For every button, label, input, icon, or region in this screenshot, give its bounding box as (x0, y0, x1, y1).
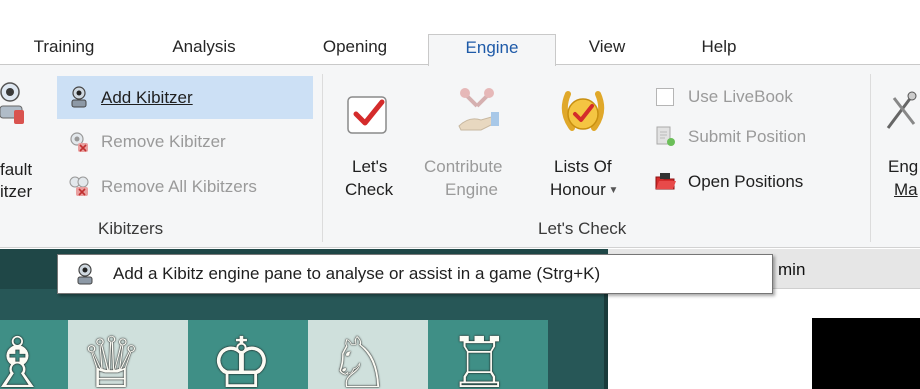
ribbon-separator-2 (870, 74, 871, 242)
contribute-engine-label-1[interactable]: Contribute (424, 157, 502, 177)
default-kibitzer-label-2[interactable]: itzer (0, 182, 32, 202)
white-king-piece[interactable]: ♔ (210, 328, 273, 389)
add-kibitzer-tooltip: Add a Kibitz engine pane to analyse or a… (57, 254, 773, 294)
kibitzers-group-label: Kibitzers (98, 219, 164, 238)
submit-position-button[interactable]: Submit Position (688, 127, 806, 147)
tab-analysis[interactable]: Analysis (152, 34, 256, 65)
lets-check-label-2[interactable]: Check (345, 180, 393, 200)
remove-kibitzer-button[interactable]: Remove Kibitzer (101, 132, 226, 152)
lists-of-honour-label-1[interactable]: Lists Of (554, 157, 612, 177)
engine-management-label-1[interactable]: Eng (888, 157, 918, 177)
tab-view[interactable]: View (570, 34, 644, 65)
kibitzer-icon (71, 86, 87, 108)
tab-engine[interactable]: Engine (428, 34, 556, 66)
open-positions-icon (655, 173, 676, 190)
remove-all-kibitzers-button[interactable]: Remove All Kibitzers (101, 177, 257, 197)
add-kibitzer-button[interactable]: Add Kibitzer (101, 88, 193, 108)
engine-management-label-2[interactable]: Ma (894, 180, 918, 200)
white-queen-piece[interactable]: ♕ (80, 328, 143, 389)
lists-of-honour-text: Honour (550, 180, 606, 199)
add-kibitzer-label: Add Kibitzer (101, 88, 193, 107)
white-bishop-piece-partial[interactable]: ♗ (0, 328, 49, 389)
engine-management-text: Ma (894, 180, 918, 199)
open-positions-button[interactable]: Open Positions (688, 172, 803, 192)
lets-check-group-label: Let's Check (538, 219, 627, 238)
use-livebook-checkbox[interactable]: Use LiveBook (688, 87, 793, 107)
lets-check-icon (347, 96, 387, 134)
tab-opening[interactable]: Opening (306, 34, 404, 65)
tab-training[interactable]: Training (14, 34, 114, 65)
white-rook-piece[interactable]: ♖ (448, 328, 511, 389)
contribute-engine-icon (458, 88, 499, 131)
default-kibitzer-icon (0, 82, 24, 124)
ribbon-separator (322, 74, 323, 242)
submit-position-icon (656, 126, 675, 146)
lists-of-honour-icon (561, 91, 605, 131)
engine-pane-title: min (778, 260, 806, 279)
white-knight-piece[interactable]: ♘ (328, 328, 391, 389)
checkbox-icon[interactable] (656, 88, 674, 106)
lists-of-honour-label-2[interactable]: Honour ▼ (550, 180, 618, 200)
engine-clock-display (812, 318, 920, 389)
lets-check-label-1[interactable]: Let's (352, 157, 387, 177)
kibitzer-icon (77, 263, 93, 285)
remove-all-kibitzers-icon (69, 176, 89, 196)
contribute-engine-label-2[interactable]: Engine (445, 180, 498, 200)
engine-management-icon (886, 91, 917, 129)
remove-kibitzer-icon (70, 132, 88, 152)
tab-help[interactable]: Help (678, 34, 760, 65)
tooltip-text: Add a Kibitz engine pane to analyse or a… (113, 264, 601, 283)
default-kibitzer-label-1[interactable]: fault (0, 160, 32, 180)
dropdown-arrow-icon: ▼ (605, 185, 619, 197)
ribbon-tab-bar: Training Analysis Opening Engine View He… (0, 0, 920, 66)
